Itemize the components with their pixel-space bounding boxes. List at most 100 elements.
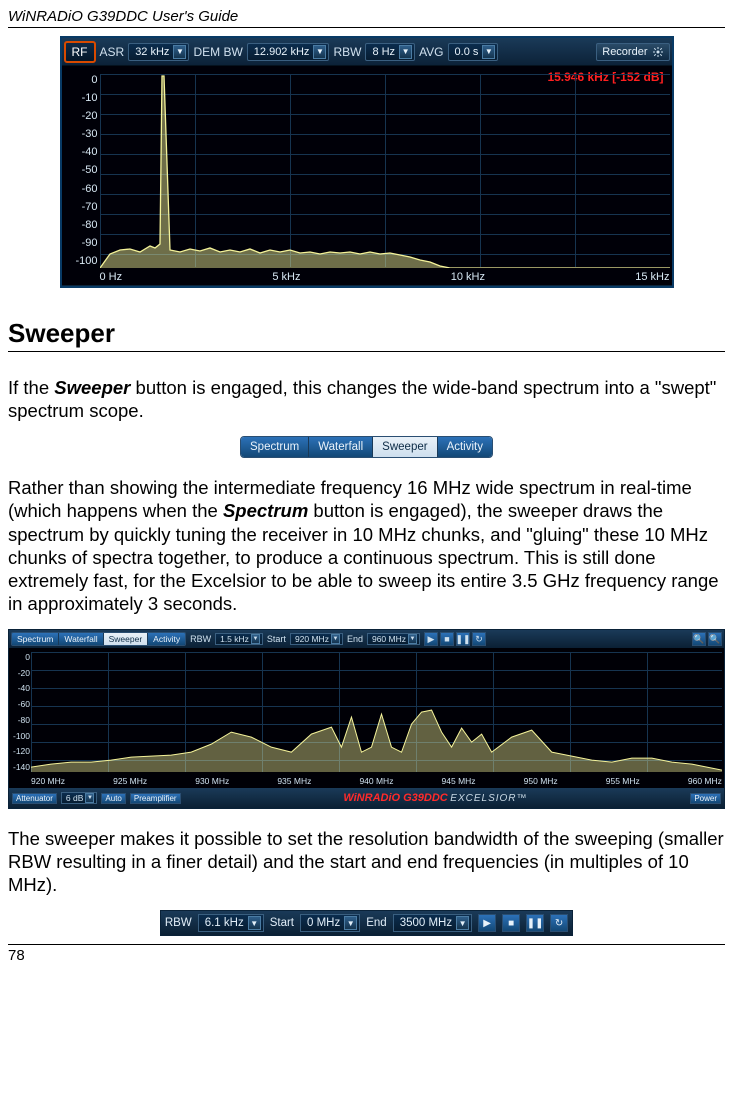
end-label: End <box>347 634 363 644</box>
rbw-label: RBW <box>165 917 192 929</box>
x-tick: 960 MHz <box>688 776 722 786</box>
y-tick: -100 <box>62 255 100 267</box>
preamp-button[interactable]: Preamplifier <box>130 793 181 804</box>
start-combo[interactable]: 920 MHz▼ <box>290 633 343 645</box>
tab-sweeper[interactable]: Sweeper <box>104 633 149 645</box>
sweeper-tabs: Spectrum Waterfall Sweeper Activity <box>11 632 186 646</box>
tab-spectrum[interactable]: Spectrum <box>12 633 59 645</box>
zoom-out-icon[interactable]: 🔍 <box>708 632 722 646</box>
y-tick: -100 <box>9 731 31 741</box>
chevron-down-icon[interactable]: ▼ <box>456 916 469 930</box>
loop-icon[interactable]: ↻ <box>472 632 486 646</box>
y-tick: -140 <box>9 762 31 772</box>
pause-icon[interactable]: ❚❚ <box>456 632 470 646</box>
chevron-down-icon[interactable]: ▼ <box>408 634 417 644</box>
rbw-combo[interactable]: 1.5 kHz▼ <box>215 633 263 645</box>
chevron-down-icon[interactable]: ▼ <box>344 916 357 930</box>
rbw-combo[interactable]: 8 Hz ▼ <box>365 43 415 61</box>
loop-icon[interactable]: ↻ <box>550 914 568 932</box>
avg-combo[interactable]: 0.0 s ▼ <box>448 43 499 61</box>
play-icon[interactable]: ▶ <box>424 632 438 646</box>
chevron-down-icon[interactable]: ▼ <box>482 45 495 59</box>
spectrum1-trace <box>100 74 670 268</box>
y-tick: 0 <box>9 652 31 662</box>
y-tick: -120 <box>9 746 31 756</box>
x-tick: 925 MHz <box>113 776 147 786</box>
rbw-value: 6.1 kHz <box>205 917 244 929</box>
brand-model: EXCELSIOR™ <box>450 793 527 804</box>
sweeper-toolbar: Spectrum Waterfall Sweeper Activity RBW … <box>9 630 724 648</box>
recorder-button[interactable]: Recorder <box>596 43 669 61</box>
end-combo[interactable]: 960 MHz▼ <box>367 633 420 645</box>
attenuator-button[interactable]: Attenuator <box>12 793 57 804</box>
avg-value: 0.0 s <box>455 46 479 58</box>
tab-sweeper[interactable]: Sweeper <box>373 437 437 457</box>
x-tick: 940 MHz <box>359 776 393 786</box>
attenuator-combo[interactable]: 6 dB▼ <box>61 792 98 804</box>
spectrum1-xaxis: 0 Hz 5 kHz 10 kHz 15 kHz <box>100 271 670 283</box>
tab-activity[interactable]: Activity <box>438 437 492 457</box>
spectrum1-toolbar: RF ASR 32 kHz ▼ DEM BW 12.902 kHz ▼ RBW … <box>62 38 672 66</box>
y-tick: -30 <box>62 128 100 140</box>
end-combo[interactable]: 3500 MHz ▼ <box>393 914 472 932</box>
spectrum1-plot: 15.946 kHz [-152 dB] 0 -10 -20 -30 -40 -… <box>62 66 672 286</box>
sweeper-plot: 0 -20 -40 -60 -80 -100 -120 -140 920 MHz… <box>9 648 724 788</box>
end-value: 960 MHz <box>372 634 406 644</box>
y-tick: -50 <box>62 164 100 176</box>
x-tick: 955 MHz <box>606 776 640 786</box>
attenuator-value: 6 dB <box>66 793 84 803</box>
power-button[interactable]: Power <box>690 793 721 804</box>
stop-icon[interactable]: ■ <box>440 632 454 646</box>
start-combo[interactable]: 0 MHz▼ <box>300 914 360 932</box>
chevron-down-icon[interactable]: ▼ <box>173 45 186 59</box>
rbw-label: RBW <box>333 45 361 59</box>
chevron-down-icon[interactable]: ▼ <box>399 45 412 59</box>
section-heading: Sweeper <box>8 318 725 352</box>
chevron-down-icon[interactable]: ▼ <box>251 634 260 644</box>
chevron-down-icon[interactable]: ▼ <box>313 45 326 59</box>
recorder-label: Recorder <box>602 46 647 58</box>
x-tick: 5 kHz <box>272 271 300 283</box>
spectrum1-yaxis: 0 -10 -20 -30 -40 -50 -60 -70 -80 -90 -1… <box>62 74 100 267</box>
start-label: Start <box>267 634 286 644</box>
rbw-value: 1.5 kHz <box>220 634 249 644</box>
chevron-down-icon[interactable]: ▼ <box>248 916 261 930</box>
play-icon[interactable]: ▶ <box>478 914 496 932</box>
rbw-combo[interactable]: 6.1 kHz ▼ <box>198 914 264 932</box>
spectrum-panel-1: RF ASR 32 kHz ▼ DEM BW 12.902 kHz ▼ RBW … <box>60 36 674 288</box>
asr-value: 32 kHz <box>135 46 169 58</box>
y-tick: -80 <box>9 715 31 725</box>
avg-label: AVG <box>419 45 443 59</box>
y-tick: -40 <box>62 146 100 158</box>
stop-icon[interactable]: ■ <box>502 914 520 932</box>
sweeper-panel: Spectrum Waterfall Sweeper Activity RBW … <box>8 629 725 809</box>
end-value: 3500 MHz <box>400 917 452 929</box>
x-tick: 930 MHz <box>195 776 229 786</box>
pause-icon[interactable]: ❚❚ <box>526 914 544 932</box>
rf-button[interactable]: RF <box>64 41 96 63</box>
dembw-combo[interactable]: 12.902 kHz ▼ <box>247 43 330 61</box>
gear-icon <box>652 46 664 58</box>
start-value: 920 MHz <box>295 634 329 644</box>
y-tick: -20 <box>62 110 100 122</box>
x-tick: 935 MHz <box>277 776 311 786</box>
tab-activity[interactable]: Activity <box>148 633 185 645</box>
y-tick: 0 <box>62 74 100 86</box>
y-tick: -90 <box>62 237 100 249</box>
y-tick: -80 <box>62 219 100 231</box>
zoom-in-icon[interactable]: 🔍 <box>692 632 706 646</box>
tab-spectrum[interactable]: Spectrum <box>241 437 309 457</box>
sweeper-trace <box>31 652 722 772</box>
sweeper-xaxis: 920 MHz 925 MHz 930 MHz 935 MHz 940 MHz … <box>31 776 722 786</box>
chevron-down-icon[interactable]: ▼ <box>331 634 340 644</box>
y-tick: -40 <box>9 683 31 693</box>
tab-waterfall[interactable]: Waterfall <box>309 437 373 457</box>
x-tick: 0 Hz <box>100 271 123 283</box>
tab-waterfall[interactable]: Waterfall <box>59 633 103 645</box>
zoom-buttons: 🔍 🔍 <box>692 632 722 646</box>
bold-term: Spectrum <box>223 500 308 521</box>
auto-button[interactable]: Auto <box>101 793 125 804</box>
asr-combo[interactable]: 32 kHz ▼ <box>128 43 189 61</box>
chevron-down-icon[interactable]: ▼ <box>85 793 94 803</box>
brand-label: WiNRADiO G39DDC EXCELSIOR™ <box>185 792 687 804</box>
